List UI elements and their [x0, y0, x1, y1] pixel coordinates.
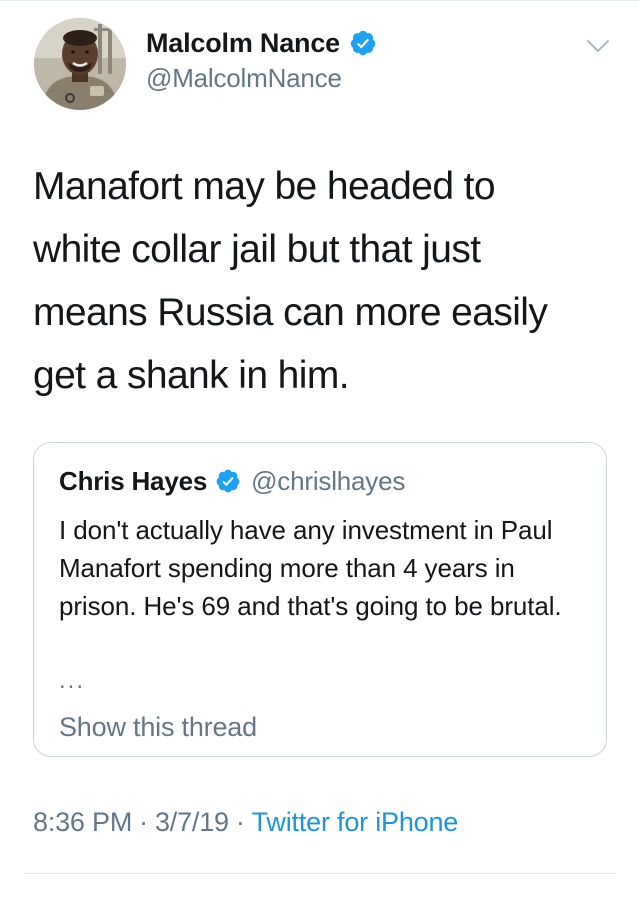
quoted-tweet-card[interactable]: Chris Hayes @chrislhayes I don't actuall… [33, 442, 607, 757]
tweet-metadata: 8:36 PM · 3/7/19 · Twitter for iPhone [33, 807, 458, 838]
show-thread-link[interactable]: Show this thread [59, 712, 257, 743]
quoted-tweet-text: I don't actually have any investment in … [59, 515, 562, 621]
author-name-row: Malcolm Nance [146, 25, 377, 61]
tweet-source-link[interactable]: Twitter for iPhone [252, 807, 459, 838]
chevron-down-icon[interactable] [586, 37, 610, 55]
author-handle[interactable]: @MalcolmNance [146, 63, 377, 94]
meta-separator: · [139, 807, 148, 837]
quoted-author-display-name[interactable]: Chris Hayes [59, 466, 207, 497]
author-block[interactable]: Malcolm Nance @MalcolmNance [146, 25, 377, 94]
avatar[interactable] [34, 18, 126, 110]
tweet: Malcolm Nance @MalcolmNance Manafort may… [0, 0, 639, 901]
verified-badge-icon [216, 469, 240, 493]
meta-separator: · [235, 807, 245, 837]
verified-badge-icon [349, 29, 377, 57]
quoted-tweet-header: Chris Hayes @chrislhayes [59, 463, 405, 499]
divider [24, 873, 616, 874]
author-display-name[interactable]: Malcolm Nance [146, 28, 340, 59]
quoted-tweet-ellipsis: ... [59, 667, 86, 694]
tweet-text: Manafort may be headed to white collar j… [33, 165, 548, 397]
tweet-time[interactable]: 8:36 PM [33, 807, 132, 838]
quoted-author-handle[interactable]: @chrislhayes [251, 466, 405, 497]
tweet-date[interactable]: 3/7/19 [155, 807, 229, 838]
